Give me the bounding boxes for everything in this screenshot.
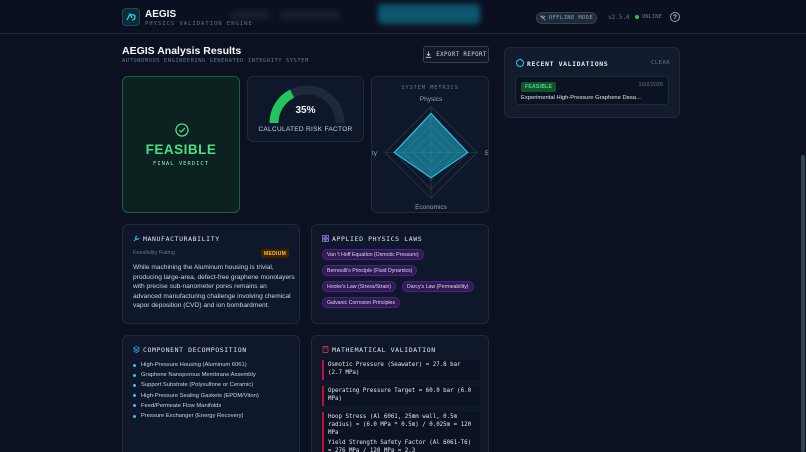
help-button[interactable]: ? <box>670 12 680 22</box>
radar-axis-label: Economics <box>415 204 448 211</box>
export-report-button[interactable]: EXPORT REPORT <box>423 46 489 63</box>
online-status: ONLINE <box>635 14 662 20</box>
radar-data-area <box>393 112 469 179</box>
offline-mode-toggle[interactable]: OFFLINE MODE <box>536 12 597 24</box>
bullet-icon <box>133 373 136 377</box>
bullet-icon <box>133 394 136 398</box>
validation-name: Experimental High-Pressure Graphene Desa… <box>521 95 641 101</box>
component-decomposition-title: COMPONENT DECOMPOSITION <box>143 346 247 354</box>
manufacturability-title: MANUFACTURABILITY <box>143 235 220 243</box>
physics-law-tag: Bernoulli's Principle (Fluid Dynamics) <box>322 265 418 276</box>
component-label: Graphene Nanoporous Membrane Assembly <box>141 372 256 379</box>
verdict-value: FEASIBLE <box>145 142 217 157</box>
applied-physics-laws-title: APPLIED PHYSICS LAWS <box>332 235 423 243</box>
list-item: Feed/Permeate Flow Manifolds <box>133 401 259 411</box>
download-icon <box>426 51 432 58</box>
list-item: High-Pressure Housing (Aluminum 6061) <box>133 360 259 370</box>
bullet-icon <box>133 414 136 418</box>
manufacturability-card: MANUFACTURABILITY Feasibility Rating MED… <box>122 224 300 324</box>
component-label: Pressure Exchanger (Energy Recovery) <box>141 413 244 420</box>
verdict-card: FEASIBLE FINAL VERDICT <box>122 76 240 213</box>
status-badge: FEASIBLE <box>521 82 557 92</box>
component-label: Feed/Permeate Flow Manifolds <box>141 402 222 409</box>
risk-card: 35% CALCULATED RISK FACTOR <box>247 76 364 142</box>
online-status-label: ONLINE <box>642 14 662 20</box>
app-name: AEGIS <box>145 9 177 20</box>
mathematical-validation-title: MATHEMATICAL VALIDATION <box>332 346 436 354</box>
wrench-icon <box>133 235 140 242</box>
radar-axis-label: Eng <box>485 150 489 157</box>
system-metrics-card: SYSTEM METRICS PhysicsEngEconomicsrty <box>371 76 489 213</box>
version-label: v2.5.0 <box>608 14 630 21</box>
layers-icon <box>133 346 140 353</box>
bullet-icon <box>133 363 136 367</box>
page-subtitle: AUTONOMOUS ENGINEERING GENERATED INTEGRI… <box>122 58 309 64</box>
feasibility-rating-label: Feasibility Rating <box>133 250 175 256</box>
offline-mode-label: OFFLINE MODE <box>548 15 594 21</box>
blurred-primary-button[interactable] <box>378 4 480 24</box>
radar-axis-label: Physics <box>420 96 443 103</box>
math-validation-row: Hoop Stress (Al 6061, 25mm wall, 0.5m ra… <box>322 412 480 440</box>
math-validation-row: Yield Strength Safety Factor (Al 6061-T6… <box>322 438 480 452</box>
math-validation-row: Osmotic Pressure (Seawater) = 27.8 bar (… <box>322 360 480 380</box>
list-item: Graphene Nanoporous Membrane Assembly <box>133 370 259 380</box>
blurred-nav-item[interactable] <box>280 10 340 20</box>
physics-law-tag: Hooke's Law (Stress/Strain) <box>322 281 397 292</box>
component-label: High-Pressure Sealing Gaskets (EPDM/Vito… <box>141 392 259 399</box>
page-title: AEGIS Analysis Results <box>122 45 242 57</box>
bullet-icon <box>133 404 136 408</box>
calculator-icon <box>322 346 329 353</box>
applied-physics-laws-card: APPLIED PHYSICS LAWS Van 't Hoff Equatio… <box>311 224 489 324</box>
component-label: High-Pressure Housing (Aluminum 6061) <box>141 362 247 369</box>
component-list: High-Pressure Housing (Aluminum 6061) Gr… <box>133 360 259 421</box>
logo-icon[interactable] <box>122 8 140 26</box>
history-icon <box>516 59 524 67</box>
component-label: Support Substrate (Polysulfone or Cerami… <box>141 382 254 389</box>
risk-value: 35% <box>295 105 316 116</box>
bullet-icon <box>133 383 136 387</box>
app-subtitle: PHYSICS VALIDATION ENGINE <box>145 21 253 27</box>
manufacturability-text: While machining the Aluminum housing is … <box>133 264 295 310</box>
physics-law-tag: Van 't Hoff Equation (Osmotic Pressure) <box>322 249 424 260</box>
component-decomposition-card: COMPONENT DECOMPOSITION High-Pressure Ho… <box>122 335 300 452</box>
validation-date: 10/2/2026 <box>638 82 663 88</box>
feasibility-rating-badge: MEDIUM <box>261 249 290 258</box>
verdict-label: FINAL VERDICT <box>152 161 210 167</box>
grid-icon <box>322 235 329 242</box>
wifi-off-icon <box>539 15 546 21</box>
math-validation-row: Operating Pressure Target = 60.0 bar (6.… <box>322 386 480 406</box>
check-circle-icon <box>175 123 189 137</box>
scrollbar-thumb[interactable] <box>801 155 805 452</box>
export-report-label: EXPORT REPORT <box>436 51 487 58</box>
list-item: Support Substrate (Polysulfone or Cerami… <box>133 380 259 390</box>
blurred-nav-item[interactable] <box>230 10 270 20</box>
status-dot-icon <box>635 15 639 19</box>
clear-history-button[interactable]: CLEAR <box>651 60 670 66</box>
list-item: Pressure Exchanger (Energy Recovery) <box>133 411 259 421</box>
radar-chart: Physics Eng Economics rty <box>372 96 489 211</box>
radar-axis-label: rty <box>372 150 378 157</box>
physics-law-tag: Darcy's Law (Permeability) <box>402 281 474 292</box>
recent-validation-item[interactable]: FEASIBLE 10/2/2026 Experimental High-Pre… <box>515 76 669 105</box>
mathematical-validation-card: MATHEMATICAL VALIDATION Osmotic Pressure… <box>311 335 489 452</box>
recent-validations-title: RECENT VALIDATIONS <box>527 60 609 68</box>
list-item: High-Pressure Sealing Gaskets (EPDM/Vito… <box>133 391 259 401</box>
risk-gauge <box>269 85 345 124</box>
physics-law-tag: Galvanic Corrosion Principles <box>322 297 401 308</box>
risk-label: CALCULATED RISK FACTOR <box>258 126 353 133</box>
